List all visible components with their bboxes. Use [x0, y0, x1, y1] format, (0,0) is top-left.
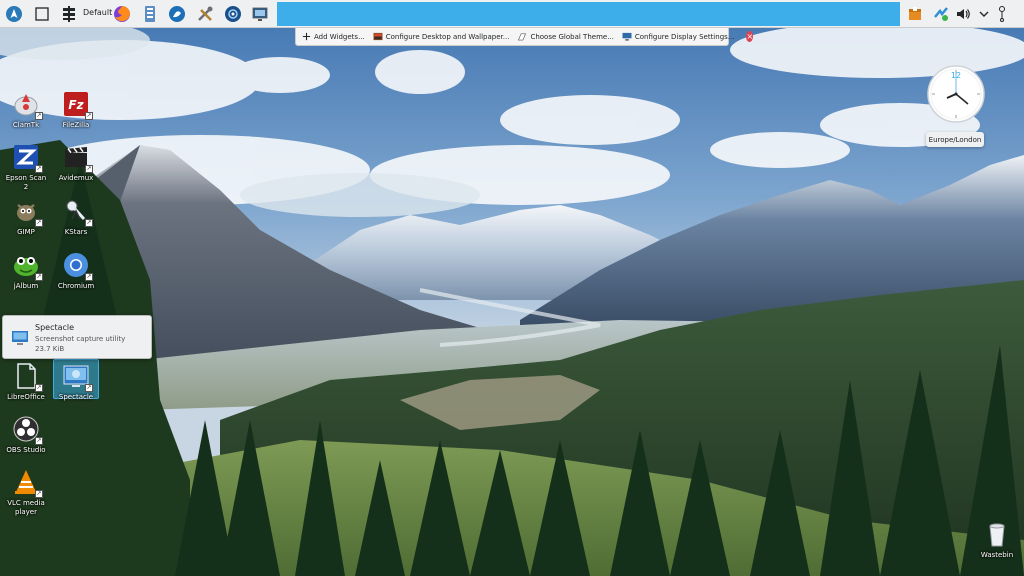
svg-text:Fz: Fz	[68, 98, 84, 112]
spectacle-tooltip-icon	[11, 328, 29, 346]
desktop-toolbox: Add Widgets... Configure Desktop and Wal…	[295, 28, 754, 46]
tooltip-file-size: 23.7 KiB	[35, 345, 65, 353]
link-badge-icon: ↗	[35, 219, 43, 227]
desktop-icon-kstars[interactable]: ↗ KStars	[53, 197, 99, 237]
link-badge-icon: ↗	[35, 437, 43, 445]
discover-icon[interactable]	[167, 4, 187, 24]
configure-desktop-label: Configure Desktop and Wallpaper...	[385, 32, 510, 41]
wastebin-icon	[983, 520, 1011, 548]
desktop-icon-libreoffice[interactable]: ↗ LibreOffice	[3, 362, 49, 402]
spectacle-icon: ↗	[62, 362, 93, 392]
volume-icon[interactable]	[953, 4, 973, 24]
clock-tray-icon[interactable]	[992, 4, 1012, 24]
configure-desktop-button[interactable]: Configure Desktop and Wallpaper...	[373, 32, 510, 42]
choose-global-theme-label: Choose Global Theme...	[530, 32, 614, 41]
link-badge-icon: ↗	[85, 219, 93, 227]
show-desktop-icon[interactable]	[32, 4, 52, 24]
desktop-icon-jalbum[interactable]: ↗ jAlbum	[3, 251, 49, 291]
add-widgets-button[interactable]: Add Widgets...	[301, 32, 365, 42]
gimp-icon: ↗	[12, 197, 43, 227]
desktop-icon-label: Epson Scan 2	[5, 174, 47, 191]
wallpaper-icon	[373, 32, 383, 42]
system-settings-icon[interactable]	[195, 4, 215, 24]
choose-global-theme-button[interactable]: Choose Global Theme...	[517, 32, 614, 42]
link-badge-icon: ↗	[35, 165, 43, 173]
desktop-icon-label: GIMP	[17, 228, 35, 236]
desktop-icon-avidemux[interactable]: ↗ Avidemux	[53, 143, 99, 183]
monitor-icon[interactable]	[250, 4, 270, 24]
chevron-down-icon[interactable]	[974, 4, 994, 24]
top-panel: Default	[0, 0, 1024, 28]
package-icon[interactable]	[905, 4, 925, 24]
desktop-icon-label: Avidemux	[58, 174, 94, 182]
clamtk-icon: ↗	[12, 90, 43, 120]
epson-scan-icon: ↗	[12, 143, 43, 173]
plus-icon	[301, 32, 311, 42]
desktop-icon-wastebin[interactable]: Wastebin	[974, 520, 1020, 560]
desktop-icon-label: FileZilla	[62, 121, 90, 129]
desktop-icon-vlc[interactable]: ↗ VLC media player	[3, 468, 49, 517]
desktop-icon-chromium[interactable]: ↗ Chromium	[53, 251, 99, 291]
vlc-icon: ↗	[12, 468, 43, 498]
theme-icon	[517, 32, 527, 42]
jalbum-icon: ↗	[12, 251, 43, 281]
desktop-icon-label: ClamTk	[12, 121, 40, 129]
plasma-icon[interactable]	[223, 4, 243, 24]
desktop-icon-label: Wastebin	[980, 551, 1014, 559]
link-badge-icon: ↗	[35, 490, 43, 498]
analog-clock-widget[interactable]: 12	[927, 65, 985, 123]
desktop-icon-label: KStars	[64, 228, 88, 236]
close-icon[interactable]: ×	[746, 31, 754, 42]
desktop-icon-label: Chromium	[57, 282, 95, 290]
link-badge-icon: ↗	[85, 165, 93, 173]
tooltip-description: Screenshot capture utility	[35, 335, 126, 343]
activity-name[interactable]: Default	[83, 8, 112, 17]
desktop-icon-clamtk[interactable]: ↗ ClamTk	[3, 90, 49, 130]
desktop-wallpaper	[0, 0, 1024, 576]
clock-timezone-label: Europe/London	[926, 132, 984, 147]
desktop-icon-label: Spectacle	[58, 393, 94, 401]
desktop-icon-label: jAlbum	[13, 282, 39, 290]
file-manager-icon[interactable]	[140, 4, 160, 24]
spectacle-tooltip: Spectacle Screenshot capture utility 23.…	[2, 315, 152, 359]
kstars-icon: ↗	[62, 197, 93, 227]
desktop-icon-obs-studio[interactable]: ↗ OBS Studio	[3, 415, 49, 455]
link-badge-icon: ↗	[35, 273, 43, 281]
tooltip-title: Spectacle	[35, 323, 75, 332]
desktop-icon-epson-scan[interactable]: ↗ Epson Scan 2	[3, 143, 49, 192]
network-icon[interactable]	[931, 4, 951, 24]
desktop-icon-label: LibreOffice	[7, 393, 45, 401]
task-manager-bar[interactable]	[277, 2, 900, 26]
configure-display-label: Configure Display Settings...	[634, 32, 735, 41]
desktop-icon-label: OBS Studio	[6, 446, 46, 454]
desktop-icon-label: VLC media player	[7, 499, 45, 516]
avidemux-icon: ↗	[62, 143, 93, 173]
activity-switcher-icon[interactable]	[59, 4, 79, 24]
desktop-icon-gimp[interactable]: ↗ GIMP	[3, 197, 49, 237]
libreoffice-icon: ↗	[12, 362, 43, 392]
add-widgets-label: Add Widgets...	[314, 32, 365, 41]
configure-display-button[interactable]: Configure Display Settings...	[622, 32, 735, 42]
desktop-icon-spectacle[interactable]: ↗ Spectacle	[53, 359, 99, 401]
link-badge-icon: ↗	[35, 112, 43, 120]
obs-studio-icon: ↗	[12, 415, 43, 445]
display-icon	[622, 32, 632, 42]
link-badge-icon: ↗	[85, 273, 93, 281]
link-badge-icon: ↗	[85, 112, 93, 120]
link-badge-icon: ↗	[85, 384, 93, 392]
application-launcher-icon[interactable]	[4, 4, 24, 24]
filezilla-icon: Fz ↗	[62, 90, 93, 120]
chromium-icon: ↗	[62, 251, 93, 281]
link-badge-icon: ↗	[35, 384, 43, 392]
firefox-icon[interactable]	[112, 4, 132, 24]
desktop-icon-filezilla[interactable]: Fz ↗ FileZilla	[53, 90, 99, 130]
